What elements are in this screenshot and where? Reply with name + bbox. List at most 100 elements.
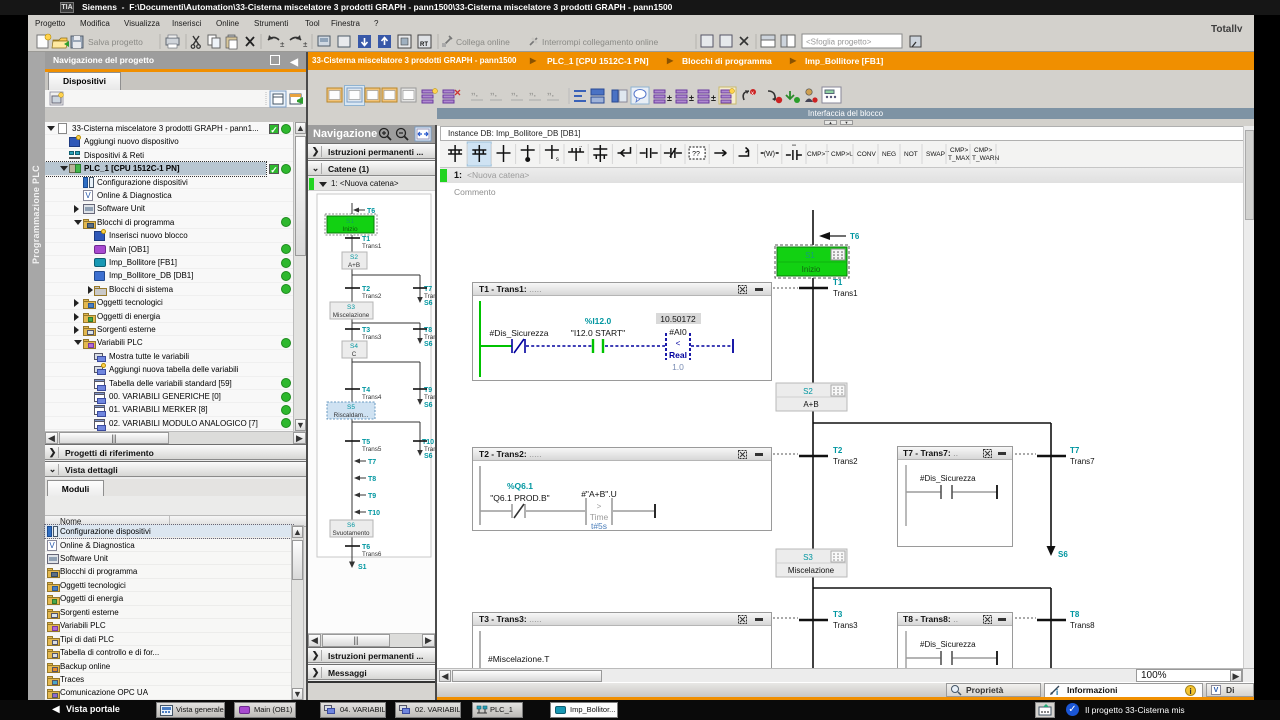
svg-text:Real: Real (669, 350, 687, 360)
svg-text:"Q6.1 PROD.B": "Q6.1 PROD.B" (490, 493, 549, 503)
svg-text:T6: T6 (850, 232, 860, 241)
svg-text:#AI0: #AI0 (669, 327, 687, 337)
svg-text:Tran: Tran (424, 293, 435, 300)
svg-text:T9: T9 (368, 493, 376, 500)
svg-text:S6: S6 (1058, 550, 1068, 559)
svg-text:T8: T8 (424, 327, 432, 334)
svg-text:T_MAX: T_MAX (948, 155, 970, 162)
svg-text:S2: S2 (350, 254, 358, 261)
svg-text:±: ± (689, 93, 694, 103)
svg-text:S5: S5 (347, 404, 355, 411)
svg-text:Trans5: Trans5 (362, 446, 382, 453)
svg-text:..: .. (579, 143, 583, 149)
svg-text:T8: T8 (1070, 610, 1080, 619)
svg-text:SWAP: SWAP (926, 151, 945, 158)
svg-text:Trans6: Trans6 (362, 551, 382, 558)
svg-text:T7: T7 (368, 459, 376, 466)
svg-text:±: ± (667, 93, 672, 103)
svg-text:<: < (676, 339, 681, 348)
svg-text:s: s (556, 157, 559, 163)
svg-text:T2: T2 (362, 286, 370, 293)
svg-text:S6: S6 (424, 453, 433, 460)
svg-text:CMP>: CMP> (950, 147, 968, 154)
svg-text:Riscaldam...: Riscaldam... (334, 412, 369, 419)
svg-text:S3: S3 (803, 553, 813, 562)
svg-text:CMP>U: CMP>U (831, 151, 854, 158)
svg-text:x: x (751, 91, 754, 97)
svg-text:T6: T6 (362, 544, 370, 551)
svg-text:S6: S6 (424, 402, 433, 409)
svg-text:Salva progetto: Salva progetto (88, 37, 143, 47)
svg-text:S6: S6 (424, 300, 433, 307)
svg-text:S6: S6 (347, 522, 355, 529)
svg-text:Trans4: Trans4 (362, 394, 382, 401)
svg-text:Trans1: Trans1 (833, 289, 858, 298)
svg-text:Miscelazione: Miscelazione (788, 566, 835, 575)
svg-text:S1: S1 (358, 564, 367, 571)
svg-text:Inizio: Inizio (342, 226, 358, 233)
svg-text:±: ± (280, 40, 285, 49)
svg-text:10.50172: 10.50172 (660, 314, 696, 324)
svg-text:Trans3: Trans3 (362, 334, 382, 341)
svg-text:T10: T10 (422, 439, 434, 446)
svg-text:Tran: Tran (424, 394, 435, 401)
svg-text:T_WARN: T_WARN (972, 155, 1000, 162)
svg-text:#Dis_Sicurezza: #Dis_Sicurezza (920, 474, 976, 483)
svg-text:T10: T10 (368, 510, 380, 517)
svg-text:C: C (352, 351, 357, 358)
svg-text:Trans2: Trans2 (833, 457, 858, 466)
svg-text:1.0: 1.0 (672, 362, 684, 372)
svg-text:T9: T9 (424, 387, 432, 394)
svg-text:T1: T1 (362, 236, 370, 243)
svg-text:Trans7: Trans7 (1070, 457, 1095, 466)
svg-text:A+B: A+B (803, 400, 818, 409)
svg-text:T3: T3 (833, 610, 843, 619)
svg-text:<Sfoglia progetto>: <Sfoglia progetto> (806, 38, 872, 47)
svg-text:S1: S1 (805, 251, 815, 260)
svg-text:CONV: CONV (857, 151, 876, 158)
svg-text:Inizio: Inizio (802, 265, 821, 274)
svg-text:S6: S6 (424, 341, 433, 348)
svg-text:t#5s: t#5s (591, 521, 607, 531)
svg-text:NEG: NEG (882, 151, 896, 158)
svg-text:#Miscelazione.T: #Miscelazione.T (488, 654, 549, 664)
svg-text:T8: T8 (368, 476, 376, 483)
svg-text:Tran: Tran (424, 446, 435, 453)
svg-text:Trans8: Trans8 (1070, 621, 1095, 630)
svg-text:"": "" (792, 145, 796, 151)
svg-text:Trans2: Trans2 (362, 293, 382, 300)
svg-text:#"A+B".U: #"A+B".U (581, 489, 617, 499)
svg-text:S3: S3 (347, 304, 355, 311)
svg-text:??: ?? (692, 151, 700, 158)
svg-text:Miscelazione: Miscelazione (333, 312, 370, 319)
svg-text:i: i (1056, 688, 1058, 696)
svg-text:#Dis_Sicurezza: #Dis_Sicurezza (920, 640, 976, 649)
svg-text:S4: S4 (350, 343, 358, 350)
svg-text:Tran: Tran (424, 334, 435, 341)
svg-text:A+B: A+B (348, 262, 360, 269)
svg-text:T5: T5 (362, 439, 370, 446)
svg-text:T3: T3 (362, 327, 370, 334)
svg-text:Trans3: Trans3 (833, 621, 858, 630)
svg-text:>: > (597, 502, 602, 511)
svg-text:#Dis_Sicurezza: #Dis_Sicurezza (489, 328, 548, 338)
svg-text:NOT: NOT (904, 151, 918, 158)
svg-text:Interrompi collegamento online: Interrompi collegamento online (542, 37, 659, 47)
svg-text:T7: T7 (1070, 446, 1080, 455)
svg-text:Trans1: Trans1 (362, 243, 382, 250)
svg-text:"I12.0 START": "I12.0 START" (571, 328, 625, 338)
svg-text:T7: T7 (424, 286, 432, 293)
svg-text:%I12.0: %I12.0 (585, 316, 612, 326)
svg-text:T4: T4 (362, 387, 370, 394)
svg-text:±: ± (711, 93, 716, 103)
svg-text:T2: T2 (833, 446, 843, 455)
svg-text:±: ± (303, 40, 308, 49)
svg-text:%Q6.1: %Q6.1 (507, 481, 533, 491)
svg-text:RT: RT (420, 42, 428, 48)
svg-text:CMP>: CMP> (974, 147, 992, 154)
svg-text:Svuotamento: Svuotamento (332, 530, 370, 537)
svg-text:(W): (W) (764, 151, 775, 158)
svg-text:Collega online: Collega online (456, 37, 510, 47)
svg-text:S2: S2 (803, 387, 813, 396)
svg-text:S1: S1 (346, 218, 354, 225)
